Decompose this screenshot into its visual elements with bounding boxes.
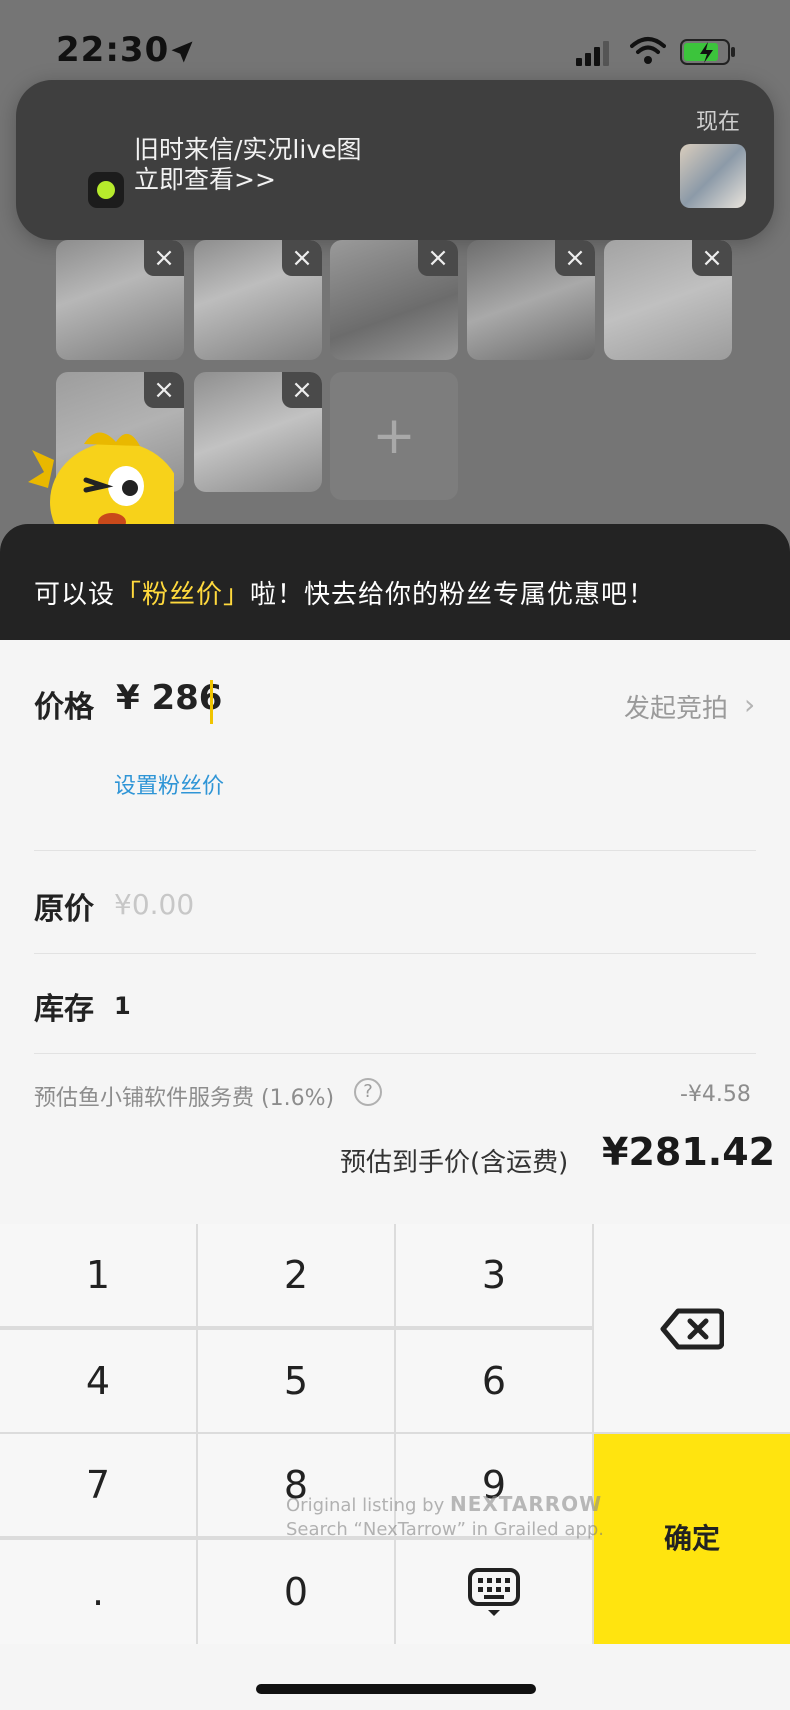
price-label: 价格 [34, 690, 94, 725]
listing-photo[interactable]: × [467, 240, 595, 360]
remove-photo-icon[interactable]: × [555, 240, 595, 276]
price-input[interactable]: ¥ 286 [116, 678, 222, 718]
cellular-signal-icon [576, 41, 609, 66]
divider [34, 850, 756, 851]
home-bar-area [0, 1644, 790, 1710]
key-3[interactable]: 3 [396, 1224, 592, 1326]
backspace-key[interactable] [594, 1224, 790, 1432]
net-price-value: ¥281.42 [602, 1130, 776, 1174]
stock-input[interactable]: 1 [114, 992, 131, 1020]
home-indicator[interactable] [256, 1684, 536, 1694]
hide-keyboard-key[interactable] [396, 1540, 592, 1644]
status-time: 22:30 [56, 30, 170, 70]
key-1[interactable]: 1 [0, 1224, 196, 1326]
remove-photo-icon[interactable]: × [144, 372, 184, 408]
watermark-prefix: Original listing by [286, 1495, 445, 1516]
original-price-label: 原价 [34, 892, 94, 927]
notification-body: 立即查看>> [134, 165, 276, 194]
key-6[interactable]: 6 [396, 1330, 592, 1432]
remove-photo-icon[interactable]: × [144, 240, 184, 276]
key-5[interactable]: 5 [198, 1330, 394, 1432]
push-notification[interactable]: 旧时来信/实况live图 立即查看>> 现在 [16, 80, 774, 240]
divider [34, 1053, 756, 1054]
remove-photo-icon[interactable]: × [282, 240, 322, 276]
listing-photo[interactable]: × [604, 240, 732, 360]
location-arrow-icon [171, 41, 193, 63]
chevron-right-icon[interactable]: › [744, 688, 755, 721]
app-icon [88, 172, 124, 208]
tip-highlight: 「粉丝价」 [115, 580, 251, 610]
add-photo-button[interactable]: + [330, 372, 458, 500]
divider [34, 953, 756, 954]
remove-photo-icon[interactable]: × [418, 240, 458, 276]
set-fan-price-link[interactable]: 设置粉丝价 [114, 768, 224, 800]
tip-text: 可以设「粉丝价」啦！快去给你的粉丝专属优惠吧！ [34, 574, 655, 611]
key-decimal[interactable]: . [0, 1540, 196, 1644]
background-page: 22:30 旧时来信/实况live图 立即查看>> 现在 × × × × × × [0, 0, 790, 560]
wifi-icon [630, 37, 666, 64]
listing-photo[interactable]: × [56, 240, 184, 360]
numeric-keypad: 1 2 3 4 5 6 7 8 9 确定 . 0 [0, 1224, 790, 1644]
keyboard-icon [468, 1568, 520, 1616]
key-4[interactable]: 4 [0, 1330, 196, 1432]
remove-photo-icon[interactable]: × [692, 240, 732, 276]
watermark-brand: NEXTARROW [449, 1492, 603, 1516]
notification-time: 现在 [696, 110, 741, 135]
key-7[interactable]: 7 [0, 1434, 196, 1536]
listing-photo[interactable]: × [194, 240, 322, 360]
remove-photo-icon[interactable]: × [282, 372, 322, 408]
listing-photo[interactable]: × [330, 240, 458, 360]
key-0[interactable]: 0 [198, 1540, 394, 1644]
service-fee-label: 预估鱼小铺软件服务费 (1.6%) [34, 1086, 335, 1111]
notification-thumbnail [680, 144, 746, 208]
tip-suffix: 啦！快去给你的粉丝专属优惠吧！ [250, 580, 656, 610]
battery-charging-icon [680, 39, 735, 65]
tip-prefix: 可以设 [34, 580, 116, 610]
original-price-input[interactable]: ¥0.00 [114, 888, 194, 921]
stock-label: 库存 [34, 992, 94, 1027]
watermark: Original listing by NEXTARROW Search “Ne… [286, 1492, 626, 1542]
help-icon[interactable]: ? [354, 1078, 382, 1106]
net-price-label: 预估到手价(含运费) [340, 1148, 569, 1178]
listing-photo[interactable]: × [194, 372, 322, 492]
service-fee-value: -¥4.58 [680, 1082, 751, 1107]
fan-price-tip-banner: 可以设「粉丝价」啦！快去给你的粉丝专属优惠吧！ [0, 524, 790, 640]
backspace-icon [660, 1308, 724, 1350]
text-cursor [210, 680, 213, 724]
watermark-line2: Search “NexTarrow” in Grailed app. [286, 1519, 605, 1540]
key-2[interactable]: 2 [198, 1224, 394, 1326]
start-auction-button[interactable]: 发起竞拍 [624, 688, 728, 725]
